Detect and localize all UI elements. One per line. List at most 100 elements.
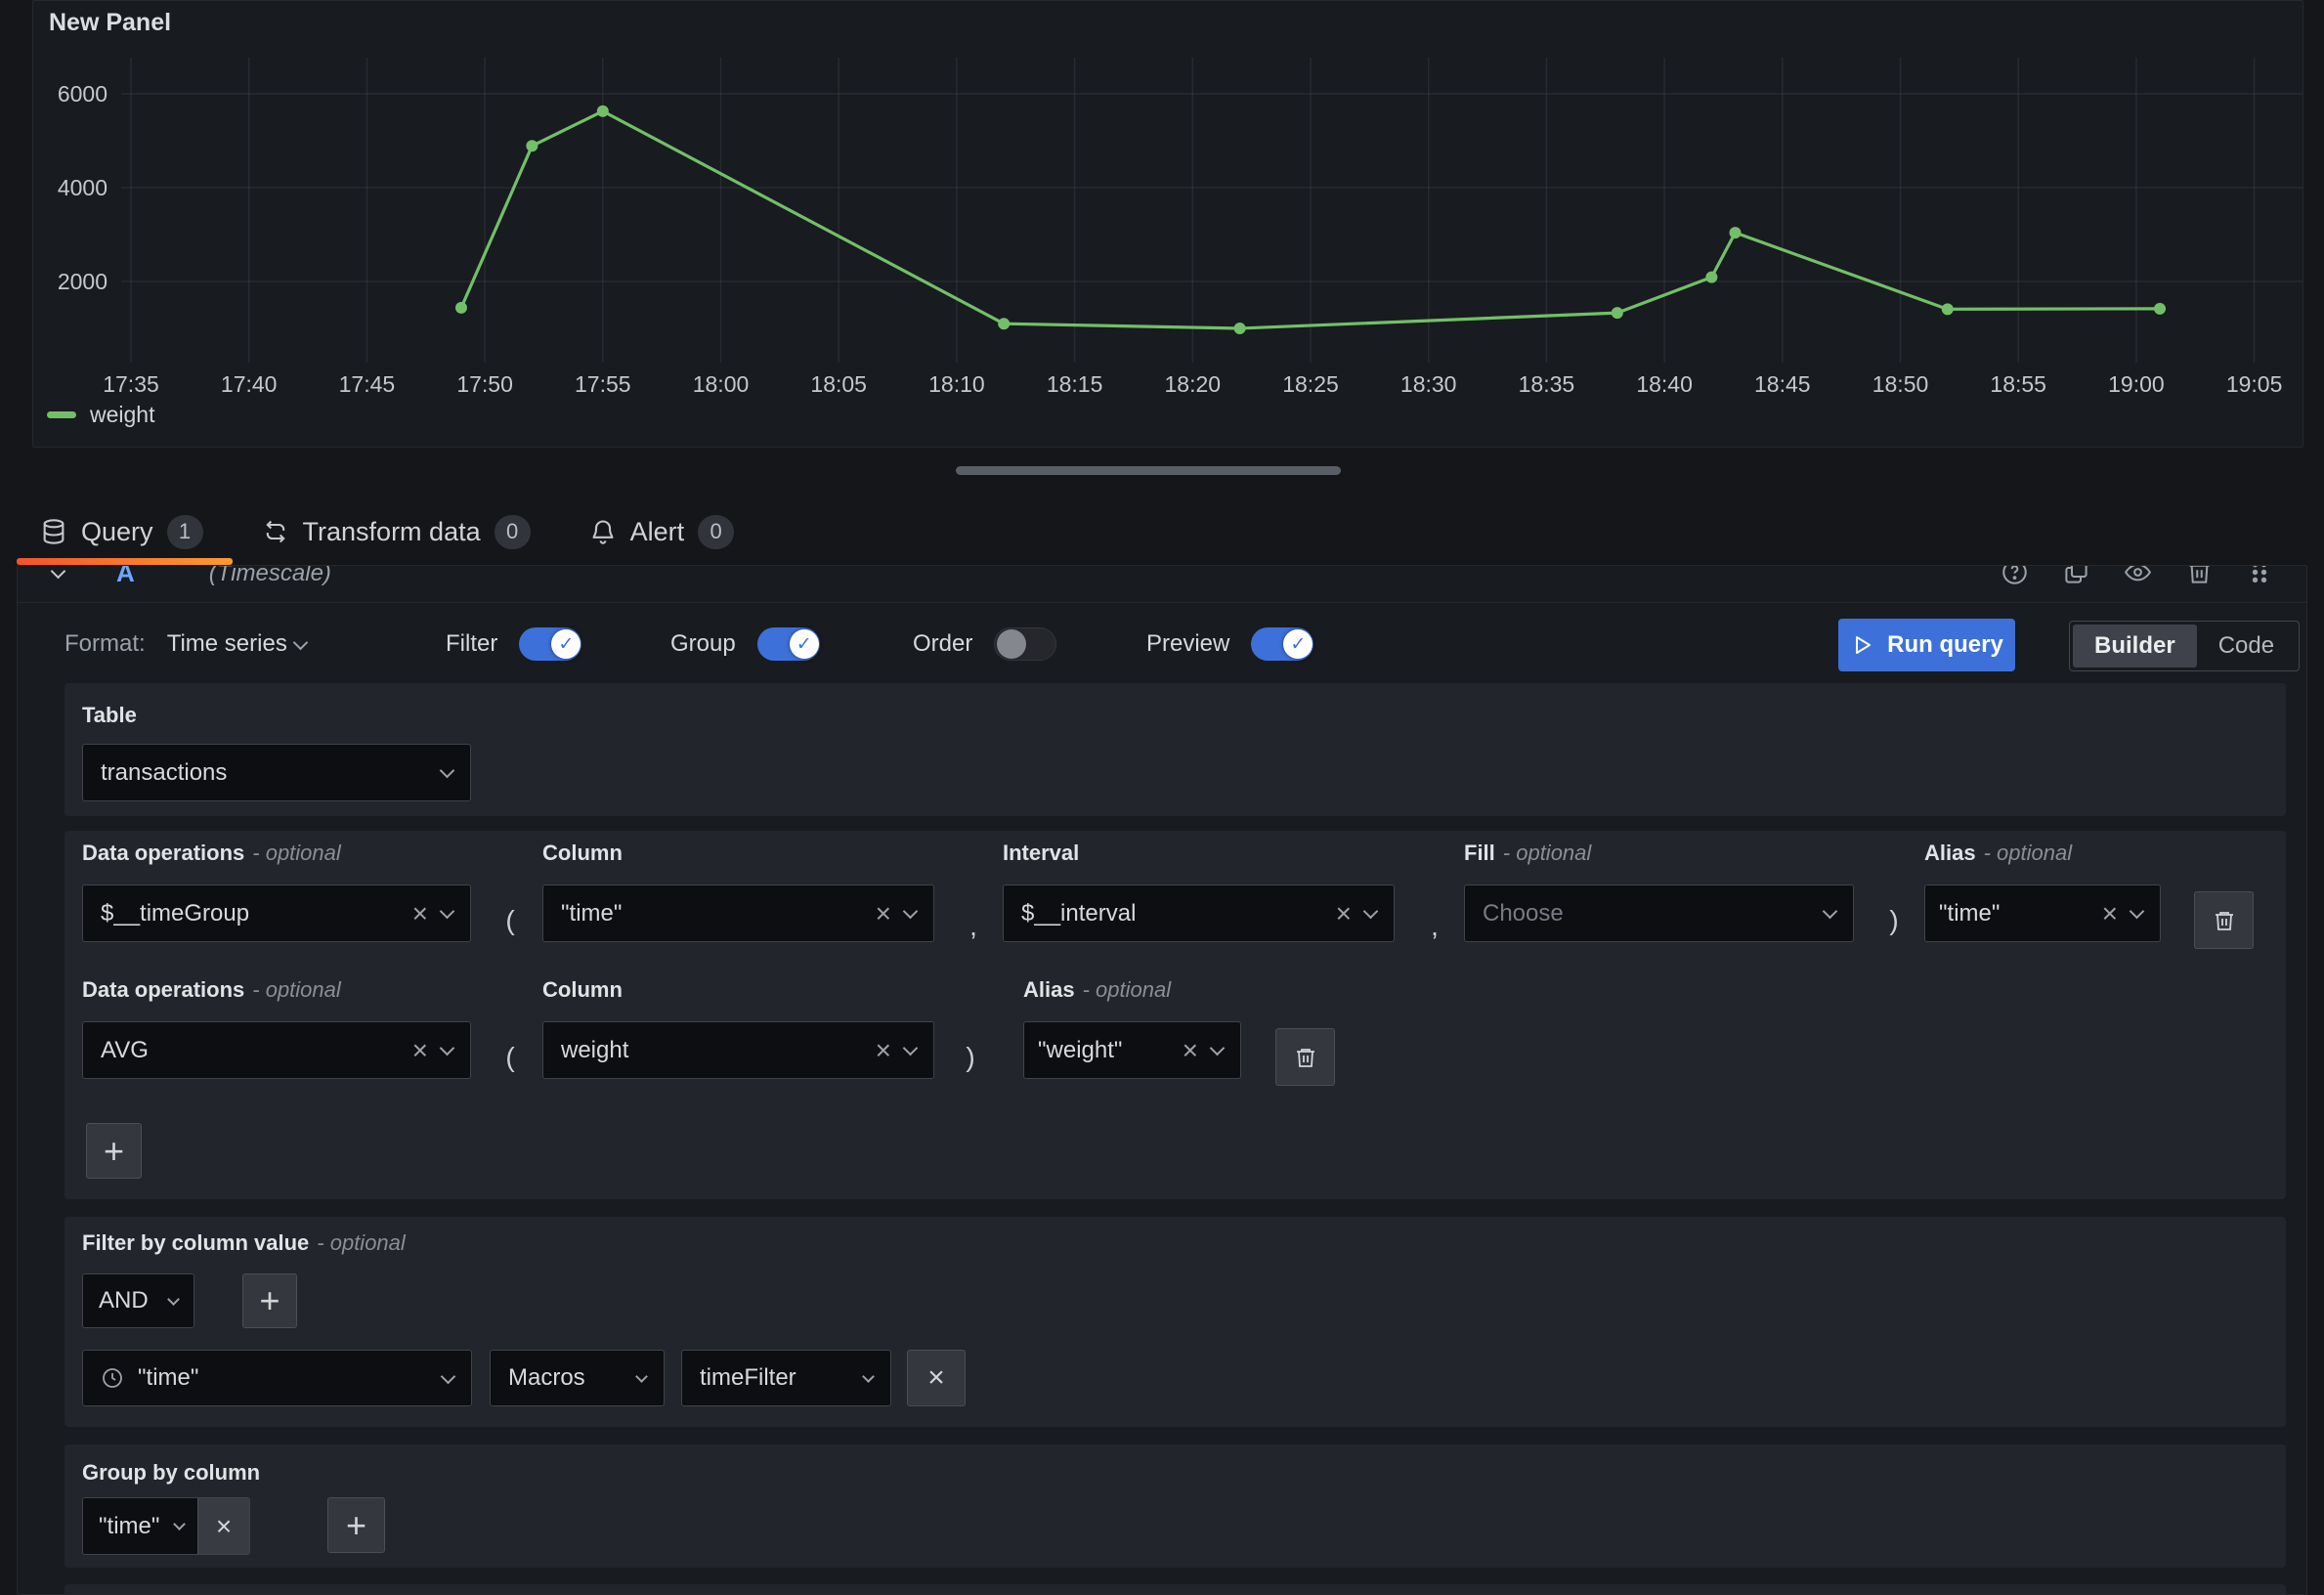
svg-text:18:00: 18:00: [693, 371, 750, 397]
column-select[interactable]: weight ×: [542, 1021, 934, 1079]
remove-row-button[interactable]: [1275, 1028, 1335, 1086]
transform-icon: [262, 518, 289, 545]
groupby-section-label: Group by column: [82, 1460, 260, 1486]
chevron-down-icon[interactable]: [51, 565, 66, 579]
svg-text:17:40: 17:40: [221, 371, 278, 397]
field-label: Data operations- optional: [82, 841, 471, 866]
data-operations-select[interactable]: $__timeGroup ×: [82, 884, 471, 942]
chevron-down-icon: [167, 1293, 180, 1306]
run-query-button[interactable]: Run query: [1838, 619, 2015, 671]
duplicate-icon[interactable]: [2063, 565, 2089, 585]
datasource-name: (Timescale): [209, 565, 331, 587]
svg-text:18:25: 18:25: [1282, 371, 1339, 397]
chevron-down-icon: [441, 1368, 456, 1384]
trash-icon: [2213, 909, 2236, 932]
tab-label: Alert: [630, 517, 685, 547]
group-toggle[interactable]: ✓: [757, 627, 820, 661]
play-icon: [1850, 633, 1873, 657]
code-mode-button[interactable]: Code: [2197, 625, 2296, 668]
filter-toggle-label: Filter: [446, 630, 497, 658]
and-operator-select[interactable]: AND: [82, 1273, 194, 1328]
open-paren: (: [498, 1028, 522, 1086]
chevron-down-icon: [440, 1041, 455, 1056]
svg-text:17:45: 17:45: [339, 371, 396, 397]
tab-transform-data[interactable]: Transform data 0: [238, 498, 566, 565]
groupby-section: Group by column "time" × +: [65, 1444, 2286, 1568]
legend-label: weight: [90, 402, 154, 428]
svg-text:17:55: 17:55: [575, 371, 631, 397]
database-icon: [40, 518, 67, 545]
chevron-down-icon: [293, 634, 309, 650]
help-icon[interactable]: [2001, 565, 2028, 585]
format-control: Format: Time series: [65, 617, 314, 671]
timefilter-select[interactable]: timeFilter: [681, 1350, 891, 1406]
drag-handle-icon[interactable]: [2248, 565, 2271, 585]
filter-section-label: Filter by column value- optional: [82, 1230, 406, 1256]
svg-text:19:05: 19:05: [2226, 371, 2283, 397]
clear-icon[interactable]: ×: [1330, 900, 1357, 927]
builder-mode-button[interactable]: Builder: [2073, 625, 2197, 668]
svg-text:17:50: 17:50: [456, 371, 513, 397]
clear-icon[interactable]: ×: [870, 1037, 897, 1064]
chevron-down-icon: [635, 1370, 648, 1383]
chevron-down-icon: [903, 904, 919, 920]
remove-groupby-button[interactable]: ×: [197, 1498, 249, 1554]
clear-icon[interactable]: ×: [870, 900, 897, 927]
chevron-down-icon: [440, 763, 455, 779]
macros-select[interactable]: Macros: [490, 1350, 665, 1406]
trash-icon: [1294, 1046, 1317, 1069]
group-toggle-label: Group: [670, 630, 736, 658]
svg-text:19:00: 19:00: [2108, 371, 2165, 397]
preview-toggle-label: Preview: [1146, 630, 1229, 658]
fill-select[interactable]: Choose: [1464, 884, 1854, 942]
svg-text:18:45: 18:45: [1754, 371, 1811, 397]
chevron-down-icon: [173, 1518, 186, 1530]
format-select[interactable]: Time series: [167, 630, 314, 658]
order-toggle[interactable]: ✓: [994, 627, 1056, 661]
query-row-header: A (Timescale): [18, 566, 2306, 603]
eye-icon[interactable]: [2125, 565, 2151, 585]
horizontal-scrollbar[interactable]: [956, 466, 1341, 475]
svg-text:4000: 4000: [58, 175, 108, 200]
legend-color-swatch: [47, 411, 76, 418]
remove-filter-button[interactable]: ×: [907, 1350, 966, 1406]
select-section: Data operations- optional $__timeGroup ×…: [65, 831, 2286, 1199]
clear-icon[interactable]: ×: [407, 900, 434, 927]
field-label: Data operations- optional: [82, 977, 471, 1003]
add-groupby-button[interactable]: +: [327, 1497, 385, 1553]
svg-text:18:05: 18:05: [810, 371, 867, 397]
clock-icon: [101, 1366, 124, 1390]
clear-icon[interactable]: ×: [407, 1037, 434, 1064]
editor-tabs: Query 1 Transform data 0 Alert 0: [17, 498, 769, 565]
groupby-column-select[interactable]: "time": [83, 1498, 197, 1554]
clear-icon[interactable]: ×: [2096, 900, 2124, 927]
add-filter-button[interactable]: +: [242, 1273, 297, 1328]
legend-item-weight[interactable]: weight: [47, 402, 154, 428]
tab-alert[interactable]: Alert 0: [566, 498, 770, 565]
time-series-chart: 20004000600017:3517:4017:4517:5017:5518:…: [33, 40, 2304, 411]
field-label: Column: [542, 841, 934, 866]
preview-toggle[interactable]: ✓: [1251, 627, 1313, 661]
panel-title: New Panel: [49, 9, 171, 37]
trash-icon[interactable]: [2186, 565, 2213, 585]
clear-icon[interactable]: ×: [1177, 1037, 1204, 1064]
editor-mode-switch: Builder Code: [2069, 621, 2300, 671]
svg-text:18:20: 18:20: [1165, 371, 1222, 397]
data-operations-select[interactable]: AVG ×: [82, 1021, 471, 1079]
chevron-down-icon: [2130, 904, 2145, 920]
order-toggle-label: Order: [913, 630, 972, 658]
chevron-down-icon: [862, 1370, 875, 1383]
alias-select[interactable]: "weight" ×: [1023, 1021, 1241, 1079]
interval-select[interactable]: $__interval ×: [1003, 884, 1395, 942]
filter-toggle[interactable]: ✓: [519, 627, 581, 661]
filter-column-select[interactable]: "time": [82, 1350, 472, 1406]
alias-select[interactable]: "time" ×: [1924, 884, 2161, 942]
format-label: Format:: [65, 630, 146, 658]
tab-query[interactable]: Query 1: [17, 498, 238, 565]
table-select[interactable]: transactions: [82, 744, 471, 801]
column-select[interactable]: "time" ×: [542, 884, 934, 942]
add-select-row-button[interactable]: +: [86, 1123, 142, 1179]
tab-label: Query: [81, 517, 153, 547]
comma: ,: [962, 897, 985, 955]
remove-row-button[interactable]: [2194, 891, 2254, 949]
